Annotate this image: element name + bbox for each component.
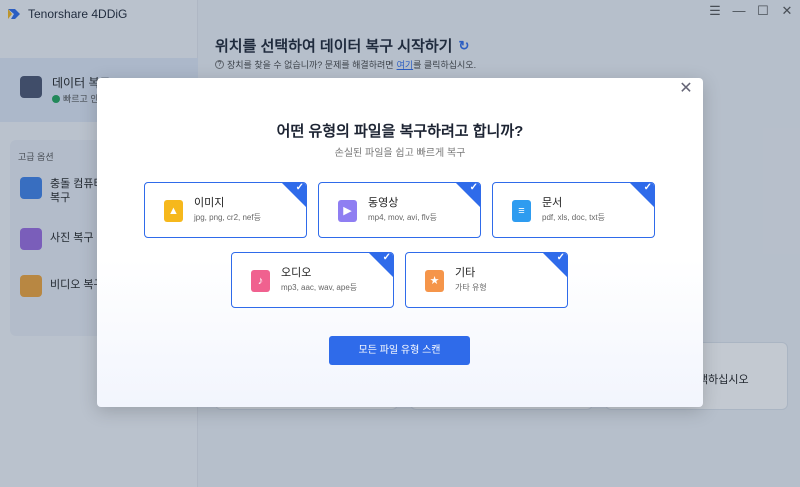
- file-type-extensions: mp3, aac, wav, ape등: [281, 283, 358, 292]
- dialog-title: 어떤 유형의 파일을 복구하려고 합니까?: [276, 123, 524, 140]
- scan-all-types-button[interactable]: 모든 파일 유형 스캔: [329, 336, 470, 365]
- file-type-extensions: 가타 유형: [455, 283, 487, 292]
- video-icon: ▶: [338, 200, 357, 222]
- check-icon: ✓: [382, 252, 391, 263]
- file-type-video[interactable]: ✓ ▶ 동영상 mp4, mov, avi, flv등: [318, 182, 481, 238]
- image-icon: ▲: [164, 200, 183, 222]
- file-type-extensions: mp4, mov, avi, flv등: [368, 213, 438, 222]
- file-type-other[interactable]: ✓ ★ 기타 가타 유형: [405, 252, 568, 308]
- file-type-extensions: jpg, png, cr2, nef등: [194, 213, 261, 222]
- close-icon[interactable]: ✕: [679, 81, 693, 97]
- dialog-subtitle: 손실된 파일을 쉽고 빠르게 복구: [334, 148, 466, 159]
- check-icon: ✓: [556, 252, 565, 263]
- file-type-extensions: pdf, xls, doc, txt등: [542, 213, 605, 222]
- file-type-dialog: ✕ 어떤 유형의 파일을 복구하려고 합니까? 손실된 파일을 쉽고 빠르게 복…: [97, 78, 703, 407]
- file-type-audio[interactable]: ✓ ♪ 오디오 mp3, aac, wav, ape등: [231, 252, 394, 308]
- file-type-name: 동영상: [368, 197, 399, 209]
- check-icon: ✓: [643, 182, 652, 193]
- file-type-document[interactable]: ✓ ≡ 문서 pdf, xls, doc, txt등: [492, 182, 655, 238]
- audio-icon: ♪: [251, 270, 270, 292]
- file-type-name: 문서: [542, 197, 563, 209]
- document-icon: ≡: [512, 200, 531, 222]
- file-type-name: 이미지: [194, 197, 225, 209]
- file-type-name: 오디오: [281, 267, 312, 279]
- other-icon: ★: [425, 270, 444, 292]
- check-icon: ✓: [469, 182, 478, 193]
- file-type-image[interactable]: ✓ ▲ 이미지 jpg, png, cr2, nef등: [144, 182, 307, 238]
- file-type-name: 기타: [455, 267, 476, 279]
- check-icon: ✓: [295, 182, 304, 193]
